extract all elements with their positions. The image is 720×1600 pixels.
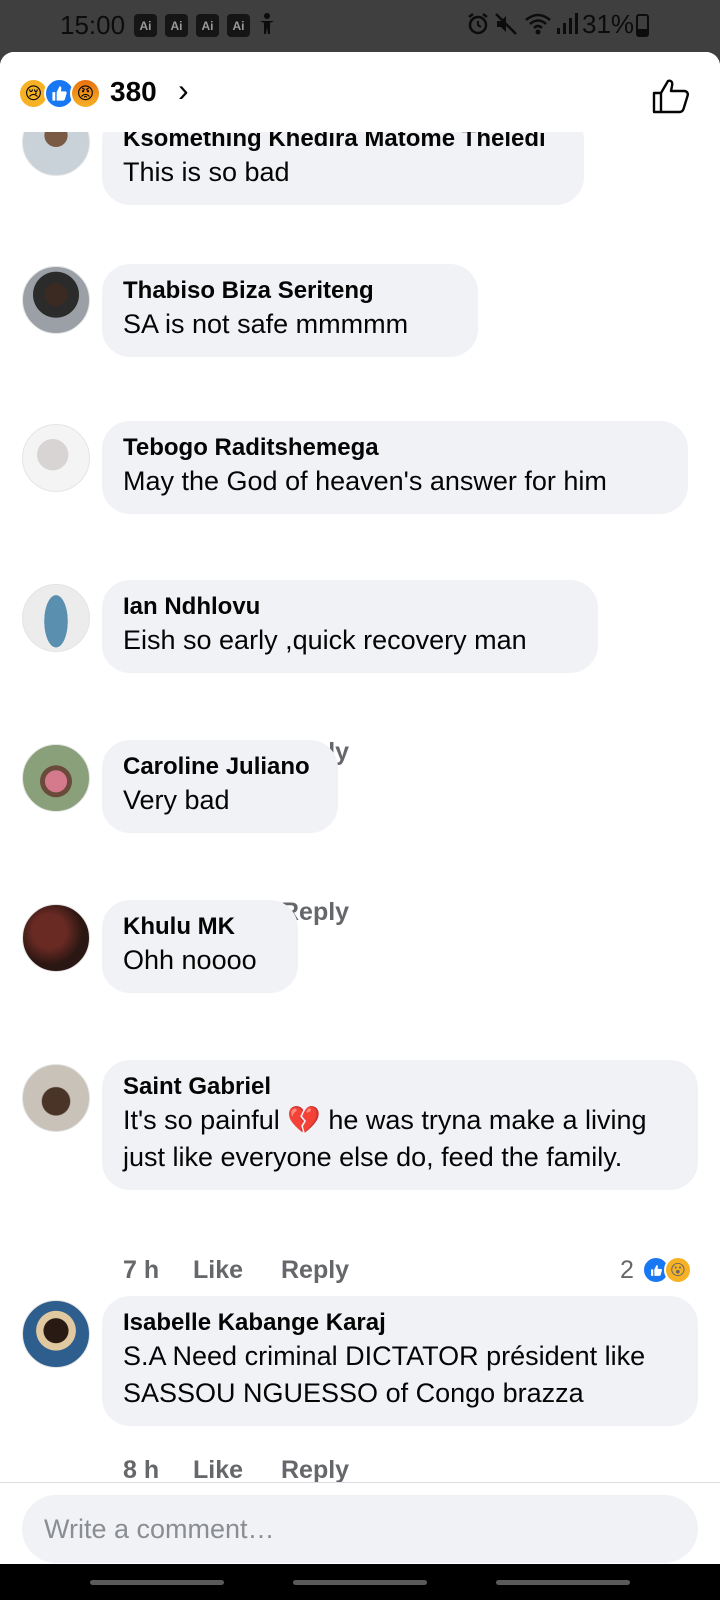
- reply-button[interactable]: Reply: [281, 1256, 349, 1285]
- comment-time: 7 h: [123, 1256, 160, 1284]
- like-button[interactable]: Like: [193, 1256, 243, 1285]
- comments-sheet: 😢 😡 380 › Ksomething Khedira Matome Thel…: [0, 52, 720, 1564]
- back-button[interactable]: [496, 1580, 630, 1585]
- ai-badge-icon: Ai: [227, 14, 250, 37]
- avatar[interactable]: [22, 744, 90, 812]
- comment-author[interactable]: Tebogo Raditshemega: [123, 433, 667, 463]
- recent-apps-button[interactable]: [90, 1580, 224, 1585]
- reaction-count[interactable]: 380: [110, 76, 157, 108]
- comment-author[interactable]: Caroline Juliano: [123, 752, 317, 782]
- comment-text: May the God of heaven's answer for him: [123, 466, 607, 496]
- comment-composer: [0, 1482, 720, 1564]
- reply-button[interactable]: Reply: [281, 1456, 349, 1485]
- ai-badge-icon: Ai: [165, 14, 188, 37]
- comment-author[interactable]: Saint Gabriel: [123, 1072, 677, 1102]
- comment-bubble[interactable]: Ian Ndhlovu Eish so early ,quick recover…: [102, 580, 598, 673]
- comment-text: Eish so early ,quick recovery man: [123, 625, 527, 655]
- avatar[interactable]: [22, 1300, 90, 1368]
- comment-text: It's so painful 💔 he was tryna make a li…: [123, 1105, 647, 1172]
- chevron-right-icon[interactable]: ›: [178, 72, 189, 109]
- battery-icon: [636, 14, 649, 37]
- reactions-header[interactable]: 😢 😡 380 ›: [0, 52, 720, 132]
- mute-icon: [494, 12, 518, 42]
- comment-text: S.A Need criminal DICTATOR président lik…: [123, 1341, 646, 1408]
- avatar[interactable]: [22, 584, 90, 652]
- comment-bubble[interactable]: Isabelle Kabange Karaj S.A Need criminal…: [102, 1296, 698, 1426]
- angry-reaction-icon: 😡: [70, 78, 101, 109]
- battery-text: 31%: [582, 9, 635, 39]
- status-time: 15:00: [60, 10, 126, 40]
- comment-text: Ohh noooo: [123, 945, 257, 975]
- ai-badge-icon: Ai: [134, 14, 157, 37]
- ai-badge-icon: Ai: [196, 14, 219, 37]
- comment-author[interactable]: Ian Ndhlovu: [123, 592, 577, 622]
- navigation-bar: [0, 1564, 720, 1600]
- reaction-summary[interactable]: 😢 😡: [18, 78, 108, 110]
- comment-input[interactable]: [22, 1495, 698, 1563]
- accessibility-icon: [258, 12, 276, 42]
- comment-time: 8 h: [123, 1456, 160, 1484]
- avatar[interactable]: [22, 904, 90, 972]
- comment-author[interactable]: Thabiso Biza Seriteng: [123, 276, 457, 306]
- like-icon[interactable]: [652, 78, 690, 119]
- home-button[interactable]: [293, 1580, 427, 1585]
- avatar[interactable]: [22, 424, 90, 492]
- comment-text: This is so bad: [123, 157, 290, 187]
- comment-bubble[interactable]: Saint Gabriel It's so painful 💔 he was t…: [102, 1060, 698, 1190]
- comment-author[interactable]: Isabelle Kabange Karaj: [123, 1308, 677, 1338]
- wifi-icon: [524, 12, 552, 42]
- alarm-icon: [466, 12, 490, 42]
- comment-bubble[interactable]: Tebogo Raditshemega May the God of heave…: [102, 421, 688, 514]
- comment-reaction-count: 2: [620, 1256, 634, 1284]
- avatar[interactable]: [22, 1064, 90, 1132]
- wow-reaction-icon: 😮: [664, 1256, 692, 1284]
- like-button[interactable]: Like: [193, 1456, 243, 1485]
- comment-text: SA is not safe mmmmm: [123, 309, 409, 339]
- comment-text: Very bad: [123, 785, 230, 815]
- avatar[interactable]: [22, 266, 90, 334]
- comment-bubble[interactable]: Caroline Juliano Very bad: [102, 740, 338, 833]
- comment-bubble[interactable]: Khulu MK Ohh noooo: [102, 900, 298, 993]
- comment-bubble[interactable]: Thabiso Biza Seriteng SA is not safe mmm…: [102, 264, 478, 357]
- signal-icon: [556, 12, 578, 42]
- status-bar: 15:00 Ai Ai Ai Ai 31%: [0, 0, 720, 52]
- comment-author[interactable]: Khulu MK: [123, 912, 277, 942]
